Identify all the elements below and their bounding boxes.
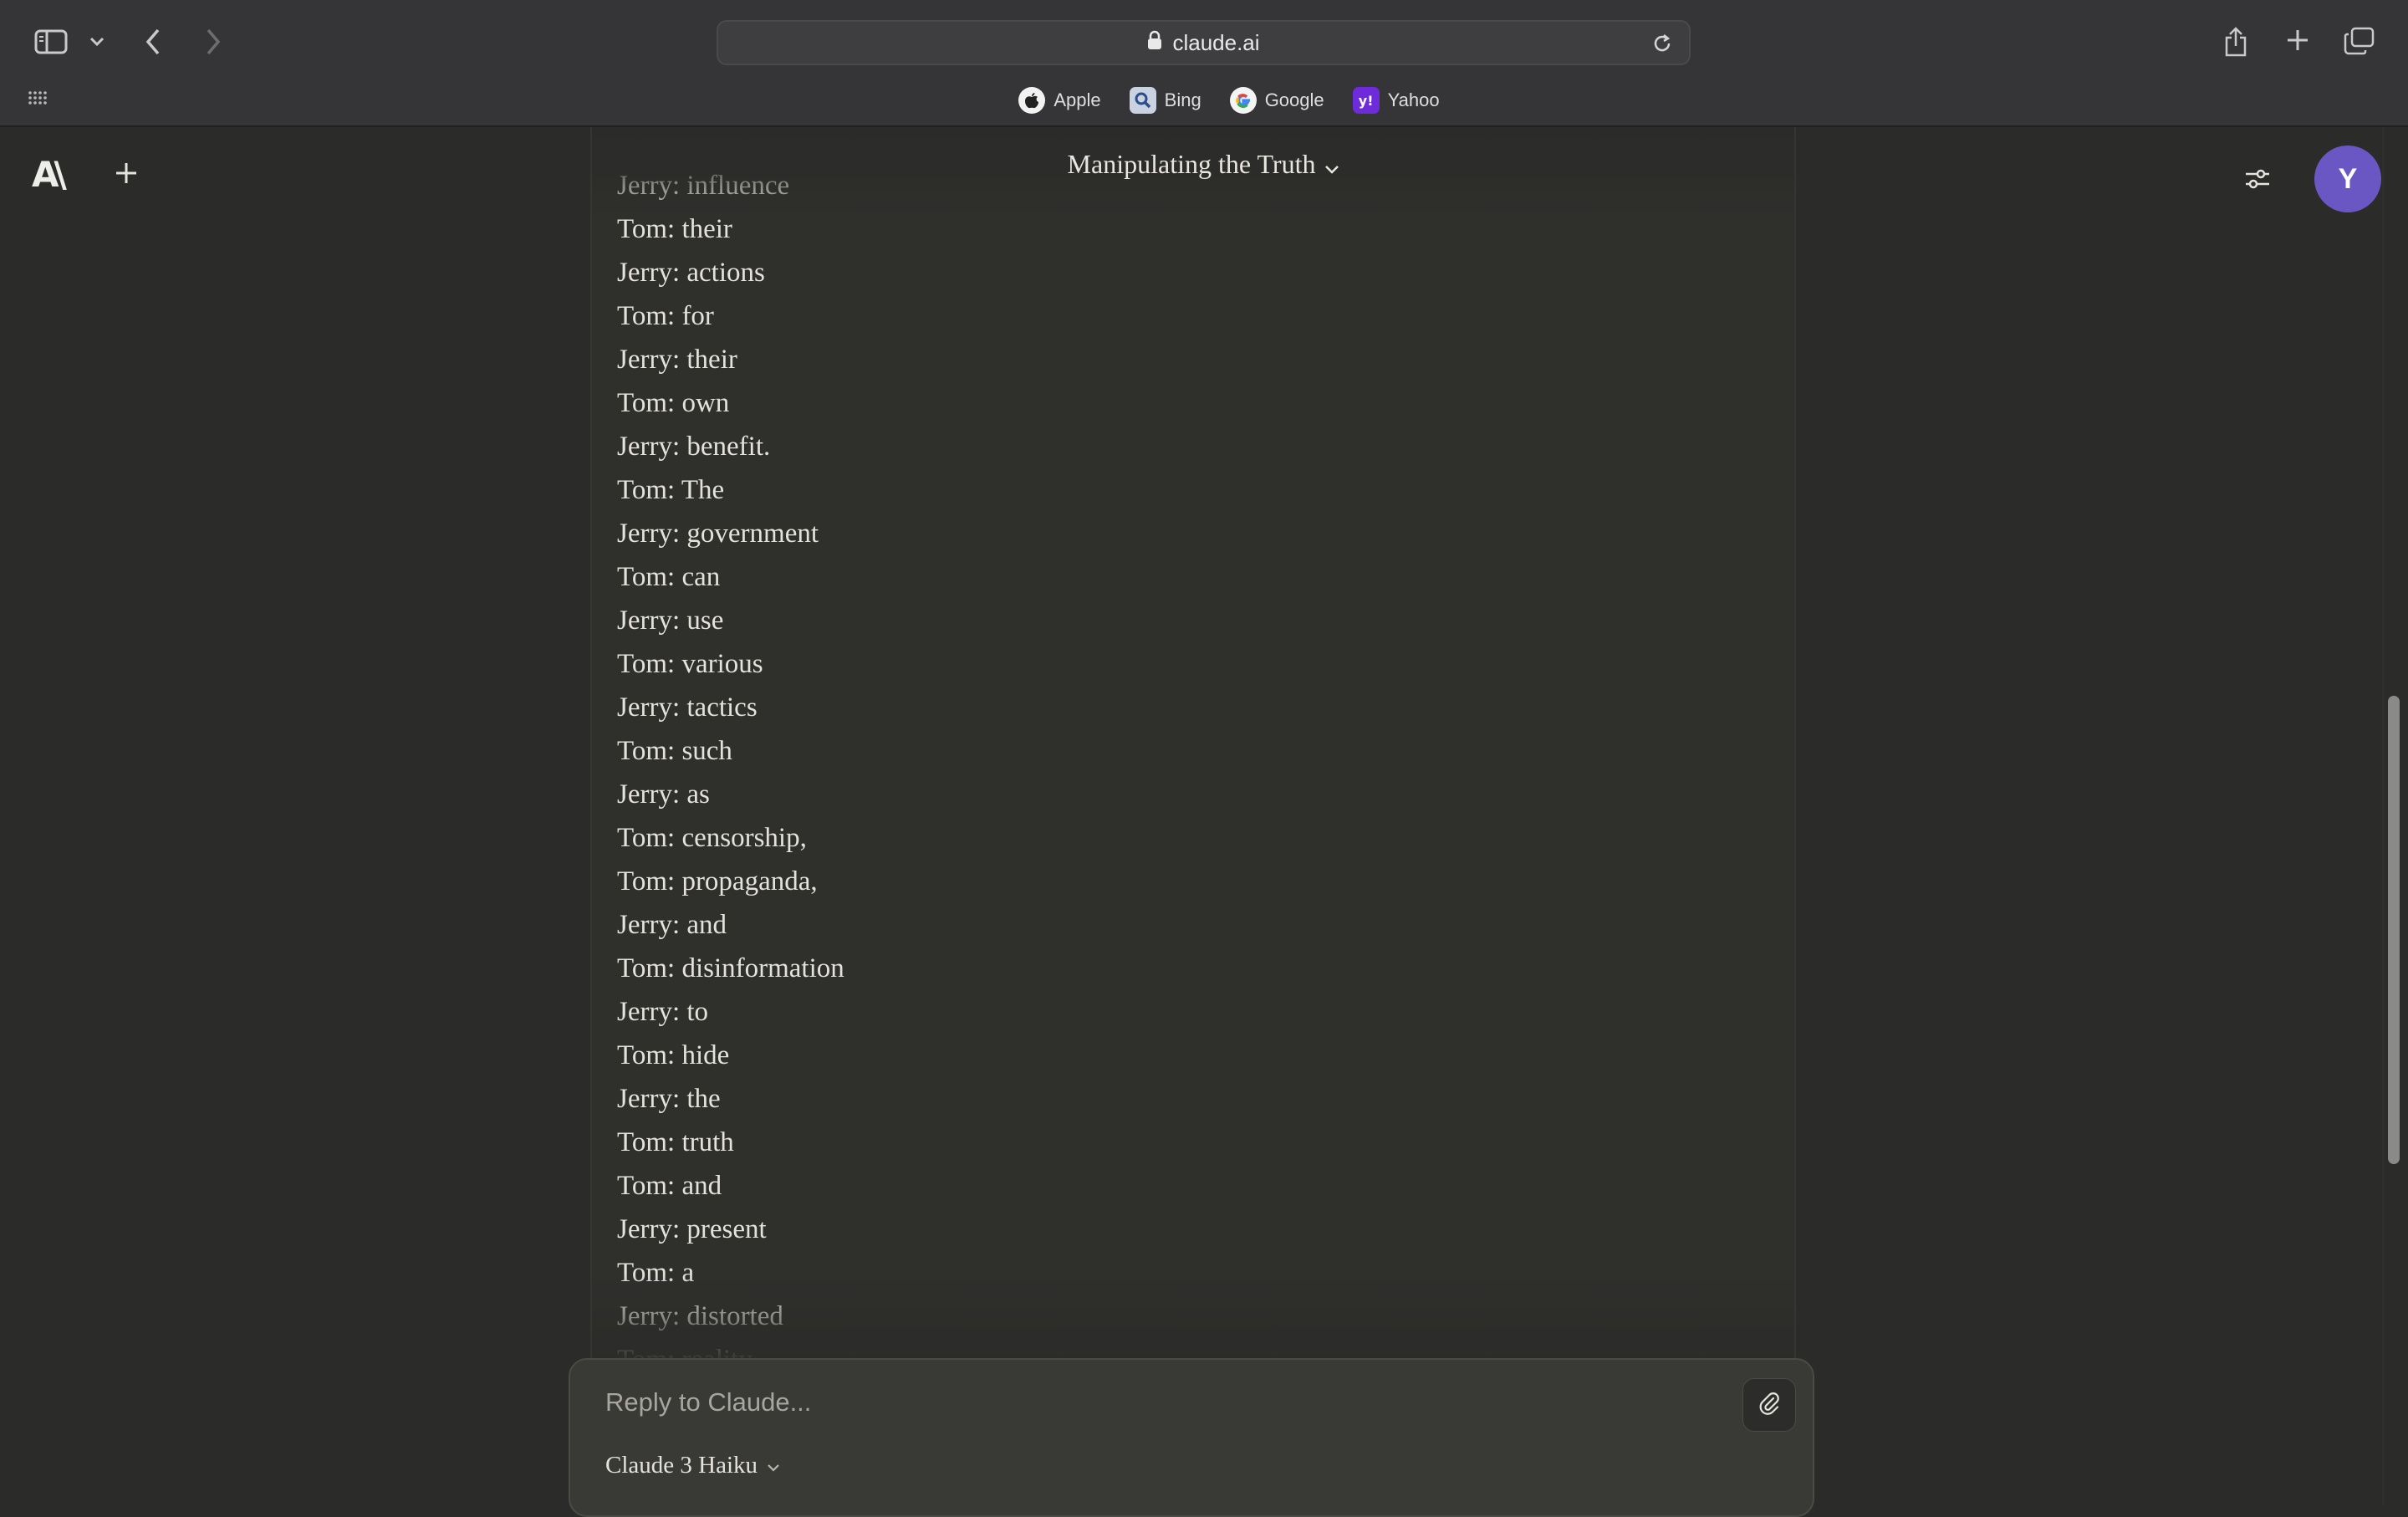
message-line: Tom: The: [617, 475, 725, 505]
message-line: Tom: can: [617, 562, 721, 592]
message-line: Jerry: as: [617, 779, 710, 810]
chat-settings-icon[interactable]: [2241, 162, 2274, 200]
reply-composer: Claude 3 Haiku: [569, 1358, 1814, 1517]
message-line: Jerry: benefit.: [617, 432, 771, 462]
favorite-bing[interactable]: Bing: [1129, 84, 1201, 117]
forward-icon[interactable]: [199, 25, 227, 59]
tab-overview-icon[interactable]: [2343, 25, 2376, 57]
chat-app: Jerry: influence Tom: their Jerry: actions…: [0, 127, 2408, 1517]
browser-toolbar: claude.ai Apple Bing Google y! Yahoo: [0, 0, 2408, 127]
lock-icon: [1147, 30, 1162, 56]
reply-input[interactable]: [604, 1382, 1694, 1423]
google-icon: [1229, 87, 1257, 114]
message-line: Tom: for: [617, 301, 714, 331]
chevron-down-icon: [766, 1452, 781, 1479]
favorite-google[interactable]: Google: [1229, 84, 1324, 117]
favorite-label: Google: [1264, 89, 1324, 110]
message-lines: Jerry: influence Tom: their Jerry: actions…: [617, 164, 844, 1382]
tab-groups-chevron-icon[interactable]: [87, 32, 107, 52]
message-line: Jerry: present: [617, 1214, 767, 1244]
share-icon[interactable]: [2221, 23, 2251, 60]
message-line: Jerry: the: [617, 1084, 721, 1114]
attach-file-button[interactable]: [1742, 1378, 1796, 1432]
back-icon[interactable]: [139, 25, 167, 59]
message-line: Tom: disinformation: [617, 953, 844, 983]
sidebar-toggle-icon[interactable]: [32, 27, 70, 57]
url-text: claude.ai: [1172, 29, 1260, 55]
message-line: Jerry: and: [617, 910, 727, 940]
chevron-down-icon: [1324, 151, 1340, 182]
address-bar[interactable]: claude.ai: [717, 20, 1691, 65]
favorite-apple[interactable]: Apple: [1018, 84, 1101, 117]
paperclip-icon: [1757, 1391, 1782, 1420]
message-line: Jerry: use: [617, 605, 724, 636]
assistant-message: Jerry: influence Tom: their Jerry: actions…: [590, 127, 1796, 1382]
new-tab-icon[interactable]: [2283, 25, 2313, 55]
avatar[interactable]: Y: [2314, 146, 2381, 212]
message-line: Jerry: government: [617, 518, 819, 549]
yahoo-icon: y!: [1352, 87, 1380, 114]
scrollbar-thumb[interactable]: [2388, 696, 2400, 1164]
message-line: Tom: hide: [617, 1040, 730, 1070]
reload-icon[interactable]: [1650, 32, 1674, 59]
message-line: Jerry: their: [617, 345, 737, 375]
chat-title-button[interactable]: Manipulating the Truth: [0, 149, 2408, 182]
message-line: Tom: such: [617, 736, 732, 766]
message-line: Tom: a: [617, 1258, 695, 1288]
message-line: Tom: truth: [617, 1127, 734, 1157]
favorite-label: Apple: [1054, 89, 1101, 110]
chat-title: Manipulating the Truth: [1067, 149, 1316, 179]
message-line: Tom: own: [617, 388, 730, 418]
message-line: Tom: censorship,: [617, 823, 807, 853]
message-line: Tom: and: [617, 1171, 722, 1201]
model-selector[interactable]: Claude 3 Haiku: [605, 1452, 781, 1479]
apple-icon: [1018, 87, 1046, 114]
message-line: Tom: propaganda,: [617, 866, 818, 896]
bing-search-icon: [1129, 87, 1156, 114]
message-line: Jerry: tactics: [617, 692, 758, 723]
message-line: Tom: various: [617, 649, 763, 679]
message-line: Jerry: actions: [617, 258, 765, 288]
model-name: Claude 3 Haiku: [605, 1452, 758, 1479]
message-line: Jerry: distorted: [617, 1301, 783, 1331]
favorite-yahoo[interactable]: y! Yahoo: [1352, 84, 1440, 117]
favorite-label: Bing: [1164, 89, 1201, 110]
message-line: Tom: their: [617, 214, 732, 244]
favorite-label: Yahoo: [1387, 89, 1440, 110]
favorites-bar: Apple Bing Google y! Yahoo: [0, 84, 2408, 117]
message-line: Jerry: to: [617, 997, 709, 1027]
